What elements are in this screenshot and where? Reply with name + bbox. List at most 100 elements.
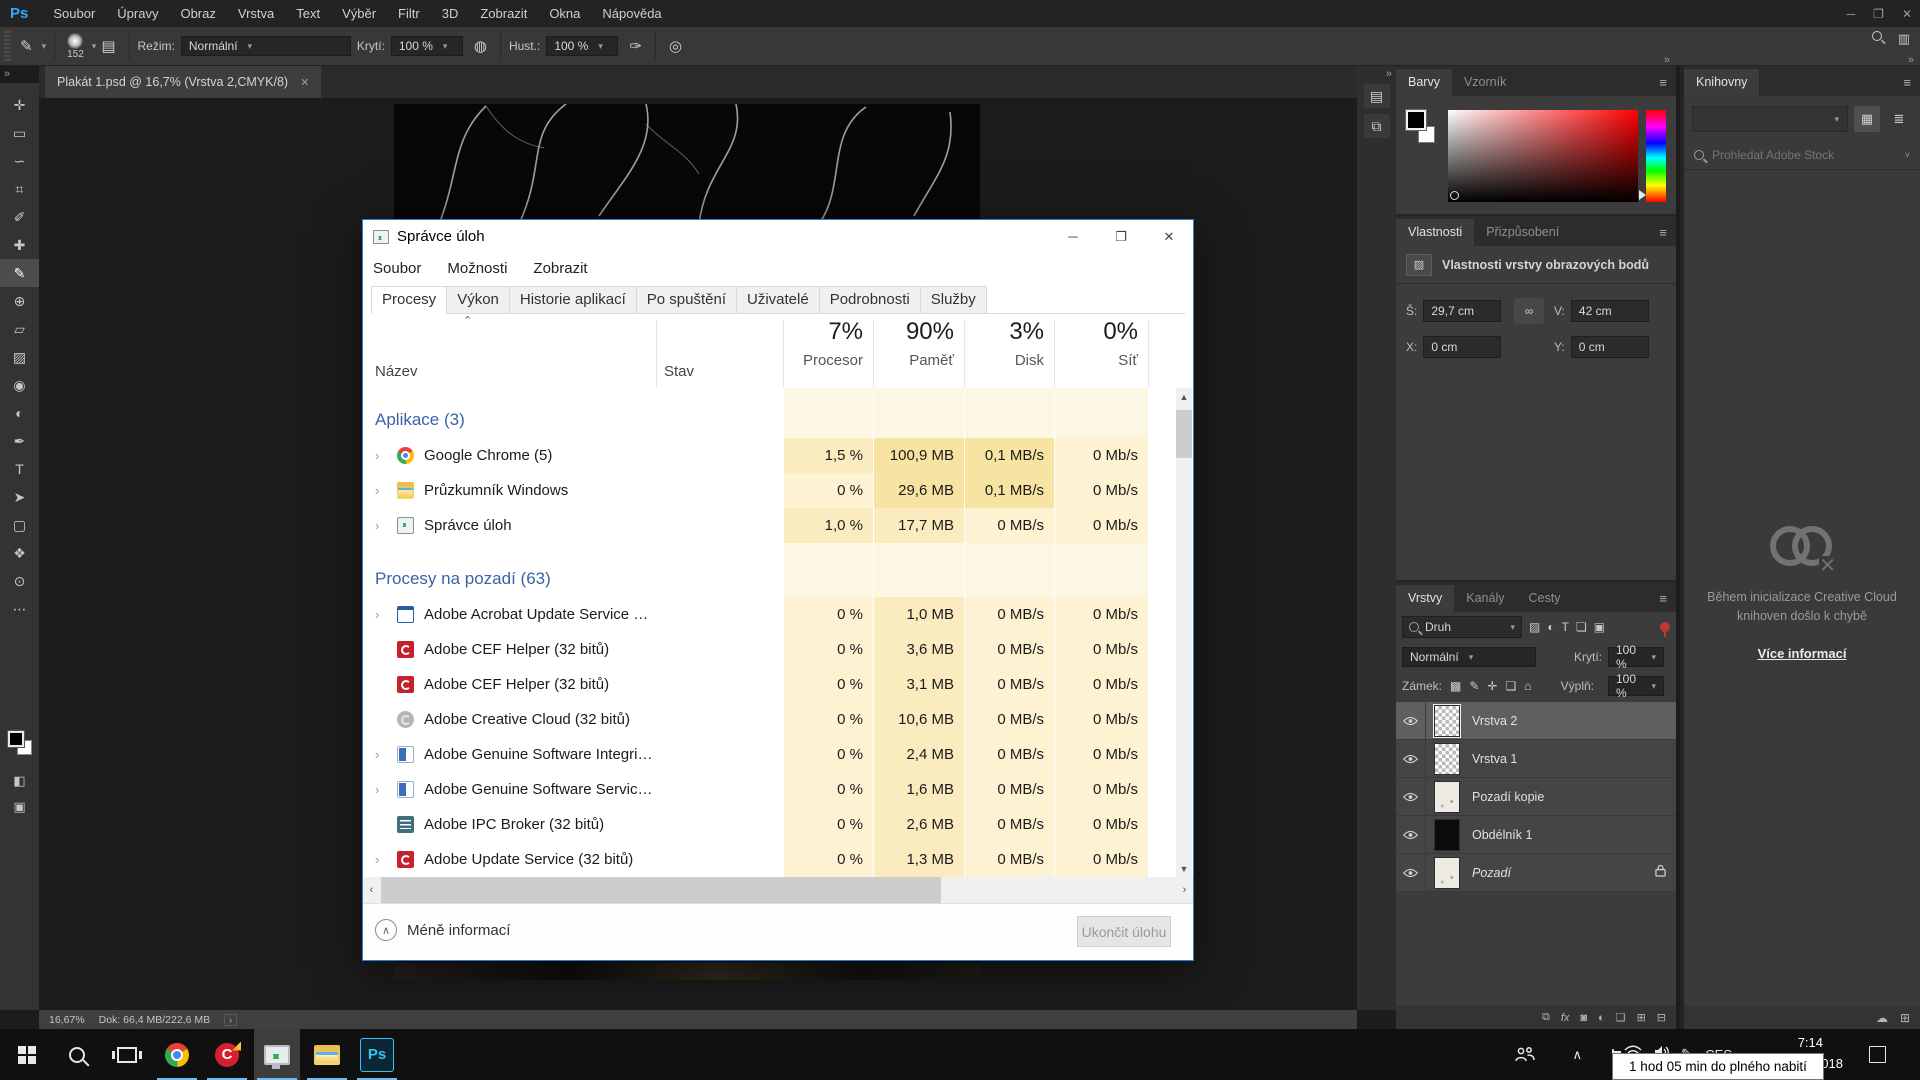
tray-clock[interactable]: 7:14	[1798, 1033, 1823, 1053]
airbrush-icon[interactable]: ◎	[664, 37, 687, 55]
move-tool[interactable]: ✛	[0, 91, 39, 119]
layer-thumbnail[interactable]	[1434, 781, 1460, 813]
taskbar-button-search[interactable]	[54, 1029, 100, 1080]
group-header-row[interactable]: Aplikace (3)	[363, 402, 1178, 438]
scroll-left-icon[interactable]: ‹	[363, 877, 380, 903]
saturation-field[interactable]	[1448, 110, 1638, 202]
library-select[interactable]: ▾	[1692, 106, 1848, 132]
new-group-icon[interactable]: ❏	[1616, 1011, 1626, 1024]
delete-layer-icon[interactable]: ⊟	[1657, 1011, 1666, 1024]
tm-tab-historie-aplikac-[interactable]: Historie aplikací	[509, 286, 637, 314]
minimize-icon[interactable]: ─	[1847, 7, 1856, 21]
tab-layers[interactable]: Vrstvy	[1396, 585, 1454, 612]
opacity-select[interactable]: 100 % ▾	[391, 36, 463, 56]
layer-row[interactable]: Obdélník 1	[1396, 816, 1676, 854]
panel-menu-icon[interactable]: ≡	[1893, 75, 1920, 96]
sync-status-icon[interactable]: ☁	[1876, 1011, 1888, 1025]
tab-paths[interactable]: Cesty	[1517, 585, 1573, 612]
hue-slider-handle[interactable]	[1639, 190, 1646, 200]
layer-visibility-eye-icon[interactable]	[1396, 740, 1426, 777]
tab-channels[interactable]: Kanály	[1454, 585, 1516, 612]
tm-tab-v-kon[interactable]: Výkon	[446, 286, 510, 314]
filter-type-layers-icon[interactable]: T	[1562, 620, 1569, 634]
toggle-brush-panel-icon[interactable]: ▤	[96, 37, 120, 55]
link-layers-icon[interactable]: ⧉	[1542, 1011, 1550, 1024]
panel-menu-icon[interactable]: ≡	[1649, 591, 1676, 612]
layer-opacity-select[interactable]: 100 % ▾	[1608, 647, 1664, 667]
brush-tool-preset-icon[interactable]: ✎	[15, 37, 38, 55]
layer-visibility-eye-icon[interactable]	[1396, 702, 1426, 739]
process-row[interactable]: 0 %3,1 MB0 MB/s0 Mb/sAdobe CEF Helper (3…	[363, 667, 1178, 702]
process-row[interactable]: 1,0 %17,7 MB0 MB/s0 Mb/s›Správce úloh	[363, 508, 1178, 543]
chevron-down-icon[interactable]: ˅	[1905, 150, 1910, 160]
layer-row[interactable]: Vrstva 2	[1396, 702, 1676, 740]
collapsed-panel-icon-2[interactable]: ⧉	[1364, 114, 1390, 138]
foreground-color-swatch[interactable]	[8, 731, 24, 747]
tm-tab-slu-by[interactable]: Služby	[920, 286, 987, 314]
ps-menu-item[interactable]: Výběr	[331, 6, 387, 21]
list-view-icon[interactable]: ≣	[1886, 106, 1912, 132]
layer-visibility-eye-icon[interactable]	[1396, 778, 1426, 815]
collapse-dock-icon[interactable]: »	[1908, 54, 1914, 66]
tab-colors[interactable]: Barvy	[1396, 69, 1452, 96]
add-content-icon[interactable]: ⊞	[1900, 1011, 1910, 1025]
collapsed-panel-icon-1[interactable]: ▤	[1364, 84, 1390, 108]
eyedropper-tool[interactable]: ✐	[0, 203, 39, 231]
tm-tab-u-ivatel-[interactable]: Uživatelé	[736, 286, 820, 314]
collapse-dock-icon[interactable]: »	[1664, 54, 1670, 66]
document-tab[interactable]: Plakát 1.psd @ 16,7% (Vrstva 2,CMYK/8) ✕	[45, 66, 321, 98]
column-header-paměť[interactable]: 90%Paměť	[873, 318, 964, 388]
width-field[interactable]: 29,7 cm	[1423, 300, 1501, 322]
pen-tool[interactable]: ✒	[0, 427, 39, 455]
lasso-tool[interactable]: ∽	[0, 147, 39, 175]
clone-stamp-tool[interactable]: ⊕	[0, 287, 39, 315]
layer-fill-select[interactable]: 100 % ▾	[1608, 676, 1664, 696]
process-row[interactable]: 1,5 %100,9 MB0,1 MB/s0 Mb/s›Google Chrom…	[363, 438, 1178, 473]
more-info-link[interactable]: Více informací	[1758, 644, 1847, 664]
panel-menu-icon[interactable]: ≡	[1649, 75, 1676, 96]
expand-dock-icon[interactable]: »	[1386, 68, 1392, 80]
taskbar-button-photoshop[interactable]: Ps	[354, 1029, 400, 1080]
column-header-síť[interactable]: 0%Síť	[1054, 318, 1148, 388]
ps-menu-item[interactable]: Úpravy	[106, 6, 169, 21]
type-tool[interactable]: T	[0, 455, 39, 483]
link-dimensions-icon[interactable]: ∞	[1514, 298, 1544, 324]
tm-menu-item[interactable]: Zobrazit	[533, 260, 587, 277]
layer-row[interactable]: Pozadí kopie	[1396, 778, 1676, 816]
screen-mode-icon[interactable]: ▣	[0, 795, 39, 819]
tm-tab-procesy[interactable]: Procesy	[371, 286, 447, 314]
show-hidden-icons-chevron[interactable]: ∧	[1572, 1047, 1582, 1063]
expand-chevron-icon[interactable]: ›	[375, 782, 389, 797]
process-row[interactable]: 0 %2,6 MB0 MB/s0 Mb/sAdobe IPC Broker (3…	[363, 807, 1178, 842]
hue-slider[interactable]	[1646, 110, 1666, 202]
scrollbar-thumb[interactable]	[381, 877, 941, 903]
less-info-button[interactable]: ∧ Méně informací	[375, 919, 510, 941]
pressure-size-icon[interactable]: ✑	[624, 37, 647, 55]
ps-menu-item[interactable]: Okna	[538, 6, 591, 21]
more-tools[interactable]: ⋯	[0, 595, 39, 623]
lock-transparency-icon[interactable]: ▩	[1450, 679, 1461, 693]
workspace-switcher-icon[interactable]: ▥	[1898, 31, 1910, 47]
column-header-status[interactable]: Stav	[664, 363, 694, 380]
tab-properties[interactable]: Vlastnosti	[1396, 219, 1474, 246]
gradient-tool[interactable]: ▨	[0, 343, 39, 371]
horizontal-scrollbar[interactable]: ‹ ›	[363, 877, 1193, 903]
expand-chevron-icon[interactable]: ›	[375, 747, 389, 762]
process-row[interactable]: 0 %3,6 MB0 MB/s0 Mb/sAdobe CEF Helper (3…	[363, 632, 1178, 667]
healing-brush-tool[interactable]: ✚	[0, 231, 39, 259]
tm-menu-item[interactable]: Možnosti	[447, 260, 507, 277]
brush-preset-picker[interactable]: 152	[67, 33, 84, 60]
lock-all-icon[interactable]: ⌂	[1524, 679, 1531, 693]
end-task-button[interactable]: Ukončit úlohu	[1077, 916, 1171, 947]
search-icon[interactable]	[1872, 31, 1882, 41]
taskbar-button-start[interactable]	[4, 1029, 50, 1080]
layer-style-icon[interactable]: fx	[1561, 1012, 1570, 1024]
hand-tool[interactable]: ❖	[0, 539, 39, 567]
close-icon[interactable]: ✕	[1902, 7, 1912, 21]
tm-menu-item[interactable]: Soubor	[373, 260, 421, 277]
maximize-icon[interactable]: ❐	[1097, 220, 1145, 253]
group-header-row[interactable]: Procesy na pozadí (63)	[363, 561, 1178, 597]
quick-mask-icon[interactable]: ◧	[0, 769, 39, 793]
foreground-color-swatch[interactable]	[1406, 110, 1426, 130]
tab-libraries[interactable]: Knihovny	[1684, 69, 1759, 96]
